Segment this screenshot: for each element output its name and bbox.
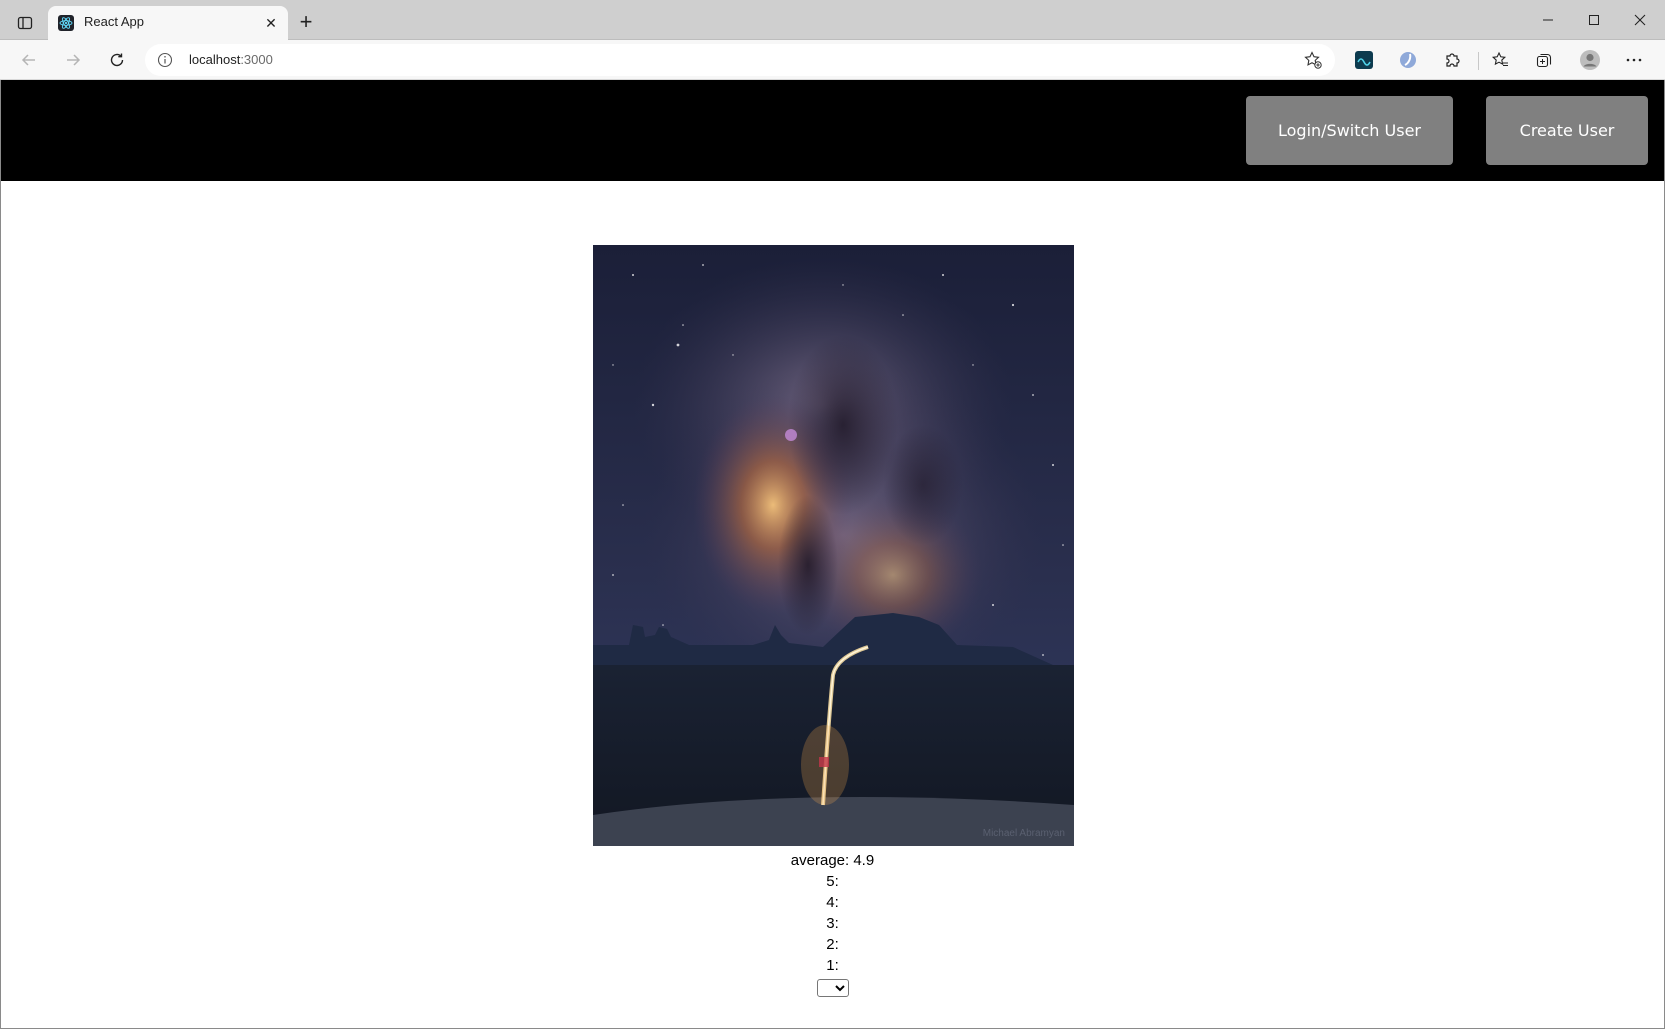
refresh-icon[interactable] [104,48,130,72]
tab-actions-icon[interactable] [14,12,36,34]
toolbar-divider [1478,52,1479,70]
extensions-puzzle-icon[interactable] [1440,48,1464,72]
browser-toolbar: localhost:3000 [0,40,1665,80]
rating-select[interactable] [816,979,849,997]
favorites-icon[interactable] [1488,48,1512,72]
login-switch-user-button[interactable]: Login/Switch User [1246,96,1453,165]
rating-row-3: 3: [826,915,839,932]
rating-row-2: 2: [826,936,839,953]
back-icon[interactable] [16,48,42,72]
maximize-icon[interactable] [1574,8,1614,32]
close-tab-icon[interactable]: ✕ [262,14,280,32]
close-window-icon[interactable] [1620,8,1660,32]
page-viewport: Login/Switch User Create User Michael Ab… [0,80,1665,1029]
forward-icon[interactable] [60,48,86,72]
create-user-button[interactable]: Create User [1486,96,1648,165]
url-text: localhost:3000 [189,52,273,67]
rating-row-5: 5: [826,873,839,890]
add-favorite-icon[interactable] [1303,50,1323,70]
info-icon[interactable] [157,52,173,68]
extension-wave-icon[interactable] [1352,48,1376,72]
average-rating: average: 4.9 [790,852,875,869]
react-logo-icon [58,15,74,31]
rating-row-1: 1: [826,957,839,974]
photo-watermark: Michael Abramyan [983,828,1065,839]
collections-icon[interactable] [1532,48,1556,72]
browser-tab-strip: React App ✕ + [0,0,1665,40]
new-tab-icon[interactable]: + [296,9,316,34]
more-menu-icon[interactable] [1622,48,1646,72]
minimize-icon[interactable] [1528,8,1568,32]
url-host: localhost [189,52,241,67]
milky-way-road-photo: Michael Abramyan [593,245,1074,846]
address-bar[interactable]: localhost:3000 [145,44,1335,76]
tab-title: React App [84,14,144,29]
rating-row-4: 4: [826,894,839,911]
browser-tab[interactable]: React App ✕ [48,6,288,40]
app-header: Login/Switch User Create User [1,80,1664,181]
ratings-panel: average: 4.9 5: 4: 3: 2: 1: [1,850,1664,997]
url-port: :3000 [240,52,273,67]
profile-avatar-icon[interactable] [1578,48,1602,72]
extension-globe-icon[interactable] [1396,48,1420,72]
